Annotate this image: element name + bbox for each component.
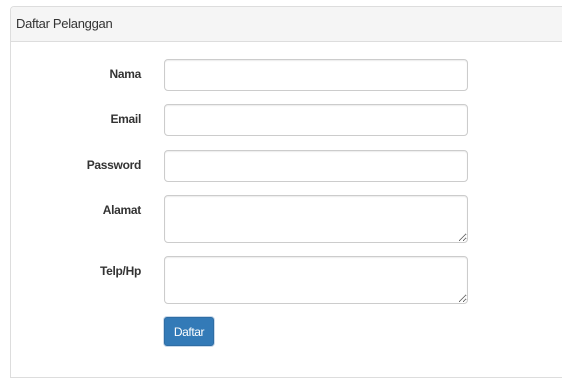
email-label: Email bbox=[110, 112, 141, 126]
alamat-field[interactable] bbox=[164, 195, 468, 243]
password-field[interactable] bbox=[164, 150, 468, 182]
telp-label: Telp/Hp bbox=[99, 264, 141, 278]
telp-field[interactable] bbox=[164, 256, 468, 304]
password-label: Password bbox=[86, 158, 142, 172]
nama-field[interactable] bbox=[164, 59, 468, 91]
daftar-button[interactable]: Daftar bbox=[164, 317, 214, 346]
alamat-label: Alamat bbox=[102, 203, 142, 217]
register-panel: Daftar Pelanggan Nama Email Password Ala… bbox=[10, 6, 562, 378]
email-field[interactable] bbox=[164, 104, 468, 136]
panel-title: Daftar Pelanggan bbox=[16, 16, 113, 31]
panel-heading: Daftar Pelanggan bbox=[11, 7, 562, 42]
nama-label: Nama bbox=[109, 67, 142, 81]
